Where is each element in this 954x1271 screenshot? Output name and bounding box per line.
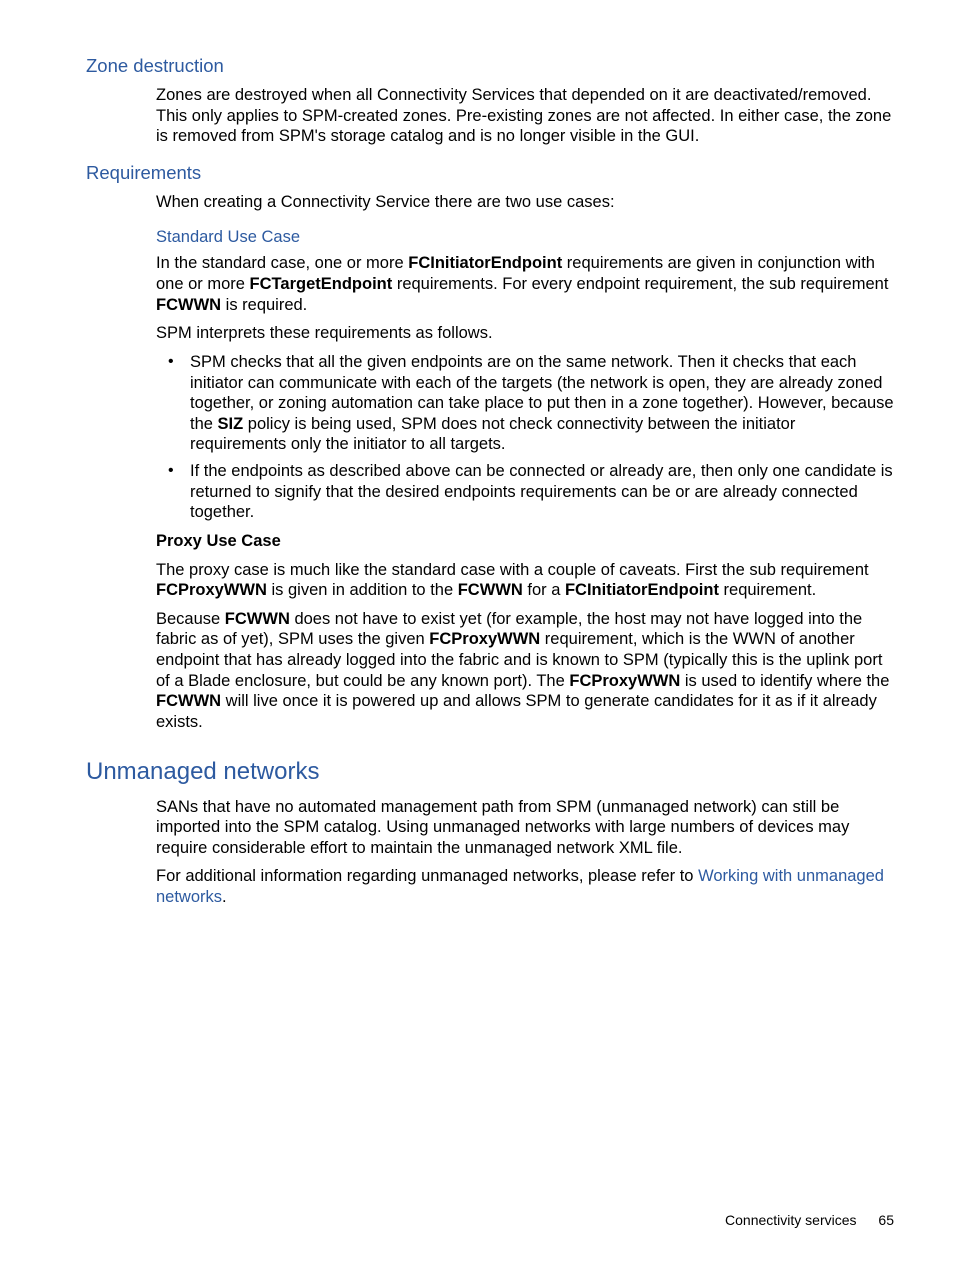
heading-standard-use-case: Standard Use Case — [156, 227, 894, 248]
text: Because — [156, 610, 225, 628]
page-number: 65 — [878, 1212, 894, 1228]
text: . — [222, 888, 227, 906]
bullet-list: SPM checks that all the given endpoints … — [156, 352, 894, 523]
paragraph: SPM interprets these requirements as fol… — [156, 323, 894, 344]
text: will live once it is powered up and allo… — [156, 692, 877, 731]
section-body: SANs that have no automated management p… — [156, 797, 894, 908]
list-item: SPM checks that all the given endpoints … — [190, 352, 894, 455]
term-fcproxywwn: FCProxyWWN — [156, 581, 267, 599]
section-body: When creating a Connectivity Service the… — [156, 192, 894, 732]
term-fcwwn: FCWWN — [225, 610, 290, 628]
term-fctargetendpoint: FCTargetEndpoint — [250, 275, 393, 293]
section-body: Zones are destroyed when all Connectivit… — [156, 85, 894, 147]
term-fcwwn: FCWWN — [156, 692, 221, 710]
heading-unmanaged-networks: Unmanaged networks — [86, 757, 894, 787]
term-fcwwn: FCWWN — [156, 296, 221, 314]
text: The proxy case is much like the standard… — [156, 561, 869, 579]
paragraph: Zones are destroyed when all Connectivit… — [156, 85, 894, 147]
footer-section-title: Connectivity services — [725, 1212, 857, 1228]
text: requirement. — [719, 581, 816, 599]
term-fcwwn: FCWWN — [458, 581, 523, 599]
text: is given in addition to the — [267, 581, 458, 599]
list-item: If the endpoints as described above can … — [190, 461, 894, 523]
text: for a — [523, 581, 565, 599]
heading-zone-destruction: Zone destruction — [86, 54, 894, 77]
term-fcinitiatorendpoint: FCInitiatorEndpoint — [565, 581, 719, 599]
paragraph: SANs that have no automated management p… — [156, 797, 894, 859]
heading-proxy-use-case: Proxy Use Case — [156, 531, 894, 552]
term-siz: SIZ — [218, 415, 244, 433]
paragraph: Because FCWWN does not have to exist yet… — [156, 609, 894, 733]
text: requirements. For every endpoint require… — [392, 275, 888, 293]
text: is used to identify where the — [680, 672, 889, 690]
page-footer: Connectivity services 65 — [725, 1212, 894, 1230]
paragraph: For additional information regarding unm… — [156, 866, 894, 907]
paragraph: The proxy case is much like the standard… — [156, 560, 894, 601]
term-fcproxywwn: FCProxyWWN — [429, 630, 540, 648]
text: For additional information regarding unm… — [156, 867, 698, 885]
term-fcinitiatorendpoint: FCInitiatorEndpoint — [408, 254, 562, 272]
document-page: Zone destruction Zones are destroyed whe… — [0, 0, 954, 1271]
paragraph: In the standard case, one or more FCInit… — [156, 253, 894, 315]
text: policy is being used, SPM does not check… — [190, 415, 795, 454]
term-fcproxywwn: FCProxyWWN — [569, 672, 680, 690]
text: is required. — [221, 296, 307, 314]
text: In the standard case, one or more — [156, 254, 408, 272]
heading-requirements: Requirements — [86, 161, 894, 184]
paragraph: When creating a Connectivity Service the… — [156, 192, 894, 213]
